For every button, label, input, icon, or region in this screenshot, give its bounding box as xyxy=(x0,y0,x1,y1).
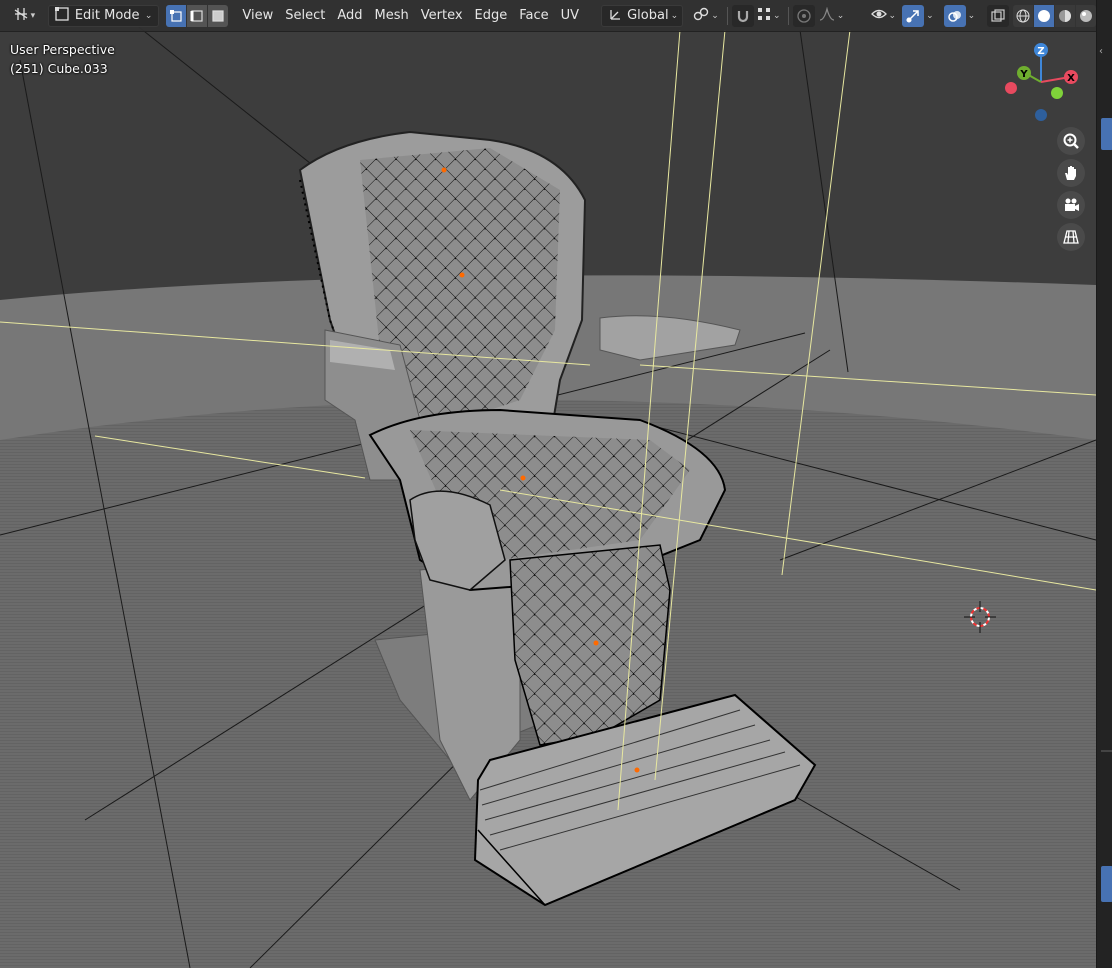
sidebar-tab-item[interactable] xyxy=(1101,118,1112,150)
shading-material-button[interactable] xyxy=(1055,4,1077,27)
gizmo-icon[interactable] xyxy=(902,4,925,27)
face-select-mode-button[interactable] xyxy=(208,4,229,27)
gizmo-chevron-icon[interactable]: ⌄ xyxy=(926,11,934,21)
menu-uv[interactable]: UV xyxy=(555,5,585,27)
edge-select-icon xyxy=(190,9,203,22)
header-menus: View Select Add Mesh Vertex Edge Face UV xyxy=(236,5,585,27)
area-divider[interactable] xyxy=(1101,750,1112,752)
3d-viewport[interactable]: Z X Y User Perspective (251) Cube.033 xyxy=(0,0,1112,968)
svg-text:X: X xyxy=(1067,73,1075,84)
overlay-chevron-icon[interactable]: ⌄ xyxy=(968,11,976,21)
menu-add[interactable]: Add xyxy=(331,5,368,27)
shading-rendered-button[interactable] xyxy=(1076,4,1097,27)
zoom-icon[interactable] xyxy=(1057,127,1085,155)
snap-grid-icon xyxy=(757,7,771,25)
xray-icon[interactable] xyxy=(987,4,1010,27)
menu-edge[interactable]: Edge xyxy=(469,5,514,27)
select-mode-group xyxy=(166,4,229,27)
menu-mesh[interactable]: Mesh xyxy=(369,5,415,27)
menu-vertex[interactable]: Vertex xyxy=(415,5,469,27)
falloff-button[interactable]: ⌄ xyxy=(815,5,849,27)
sidebar-tab-properties[interactable] xyxy=(1101,866,1112,902)
orientation-icon xyxy=(608,7,622,25)
svg-text:Y: Y xyxy=(1019,69,1028,80)
rendered-shading-icon xyxy=(1080,9,1093,22)
material-shading-icon xyxy=(1059,9,1072,22)
camera-icon[interactable] xyxy=(1057,191,1085,219)
ortho-grid-icon[interactable] xyxy=(1057,223,1085,251)
pan-hand-icon[interactable] xyxy=(1057,159,1085,187)
eye-icon xyxy=(870,7,887,25)
editor-type-button[interactable]: ▾ xyxy=(6,5,42,27)
shading-mode-group xyxy=(1013,4,1097,27)
vertex-select-mode-button[interactable] xyxy=(166,4,188,27)
sidebar-edge: ‹ xyxy=(1096,0,1112,968)
snap-target-button[interactable]: ⌄ xyxy=(754,5,784,27)
orientation-label: Global xyxy=(627,8,669,23)
viewport-header: ▾ Edit Mode ⌄ View Select Add Mesh Verte… xyxy=(0,0,1097,32)
proportional-edit-icon[interactable] xyxy=(792,4,815,27)
menu-select[interactable]: Select xyxy=(279,5,331,27)
wireframe-shading-icon xyxy=(1016,9,1030,22)
visibility-button[interactable]: ⌄ xyxy=(868,5,898,27)
link-icon xyxy=(693,6,709,26)
overlay-icon[interactable] xyxy=(943,4,966,27)
perspective-label: User Perspective xyxy=(10,42,115,57)
active-object-label: (251) Cube.033 xyxy=(10,61,108,76)
mode-label: Edit Mode xyxy=(74,8,140,23)
viewport-info: User Perspective (251) Cube.033 xyxy=(10,40,115,78)
svg-text:Z: Z xyxy=(1037,46,1044,57)
menu-view[interactable]: View xyxy=(236,5,279,27)
shading-wireframe-button[interactable] xyxy=(1013,4,1035,27)
viewport-icon xyxy=(13,6,29,26)
solid-shading-icon xyxy=(1038,9,1051,22)
sidebar-toggle-icon[interactable]: ‹ xyxy=(1099,46,1103,57)
vertex-select-icon xyxy=(170,9,182,22)
transform-orientation-dropdown[interactable]: Global ⌄ xyxy=(601,4,684,27)
scene-canvas[interactable]: Z X Y xyxy=(0,0,1112,968)
pivot-point-button[interactable]: ⌄ xyxy=(689,5,723,27)
menu-face[interactable]: Face xyxy=(513,5,554,27)
face-select-icon xyxy=(212,9,224,22)
edit-mode-icon xyxy=(54,6,69,25)
edge-select-mode-button[interactable] xyxy=(187,4,209,27)
shading-solid-button[interactable] xyxy=(1034,4,1056,27)
magnet-icon[interactable] xyxy=(731,4,754,27)
falloff-curve-icon xyxy=(819,6,835,25)
mode-dropdown[interactable]: Edit Mode ⌄ xyxy=(47,4,160,27)
